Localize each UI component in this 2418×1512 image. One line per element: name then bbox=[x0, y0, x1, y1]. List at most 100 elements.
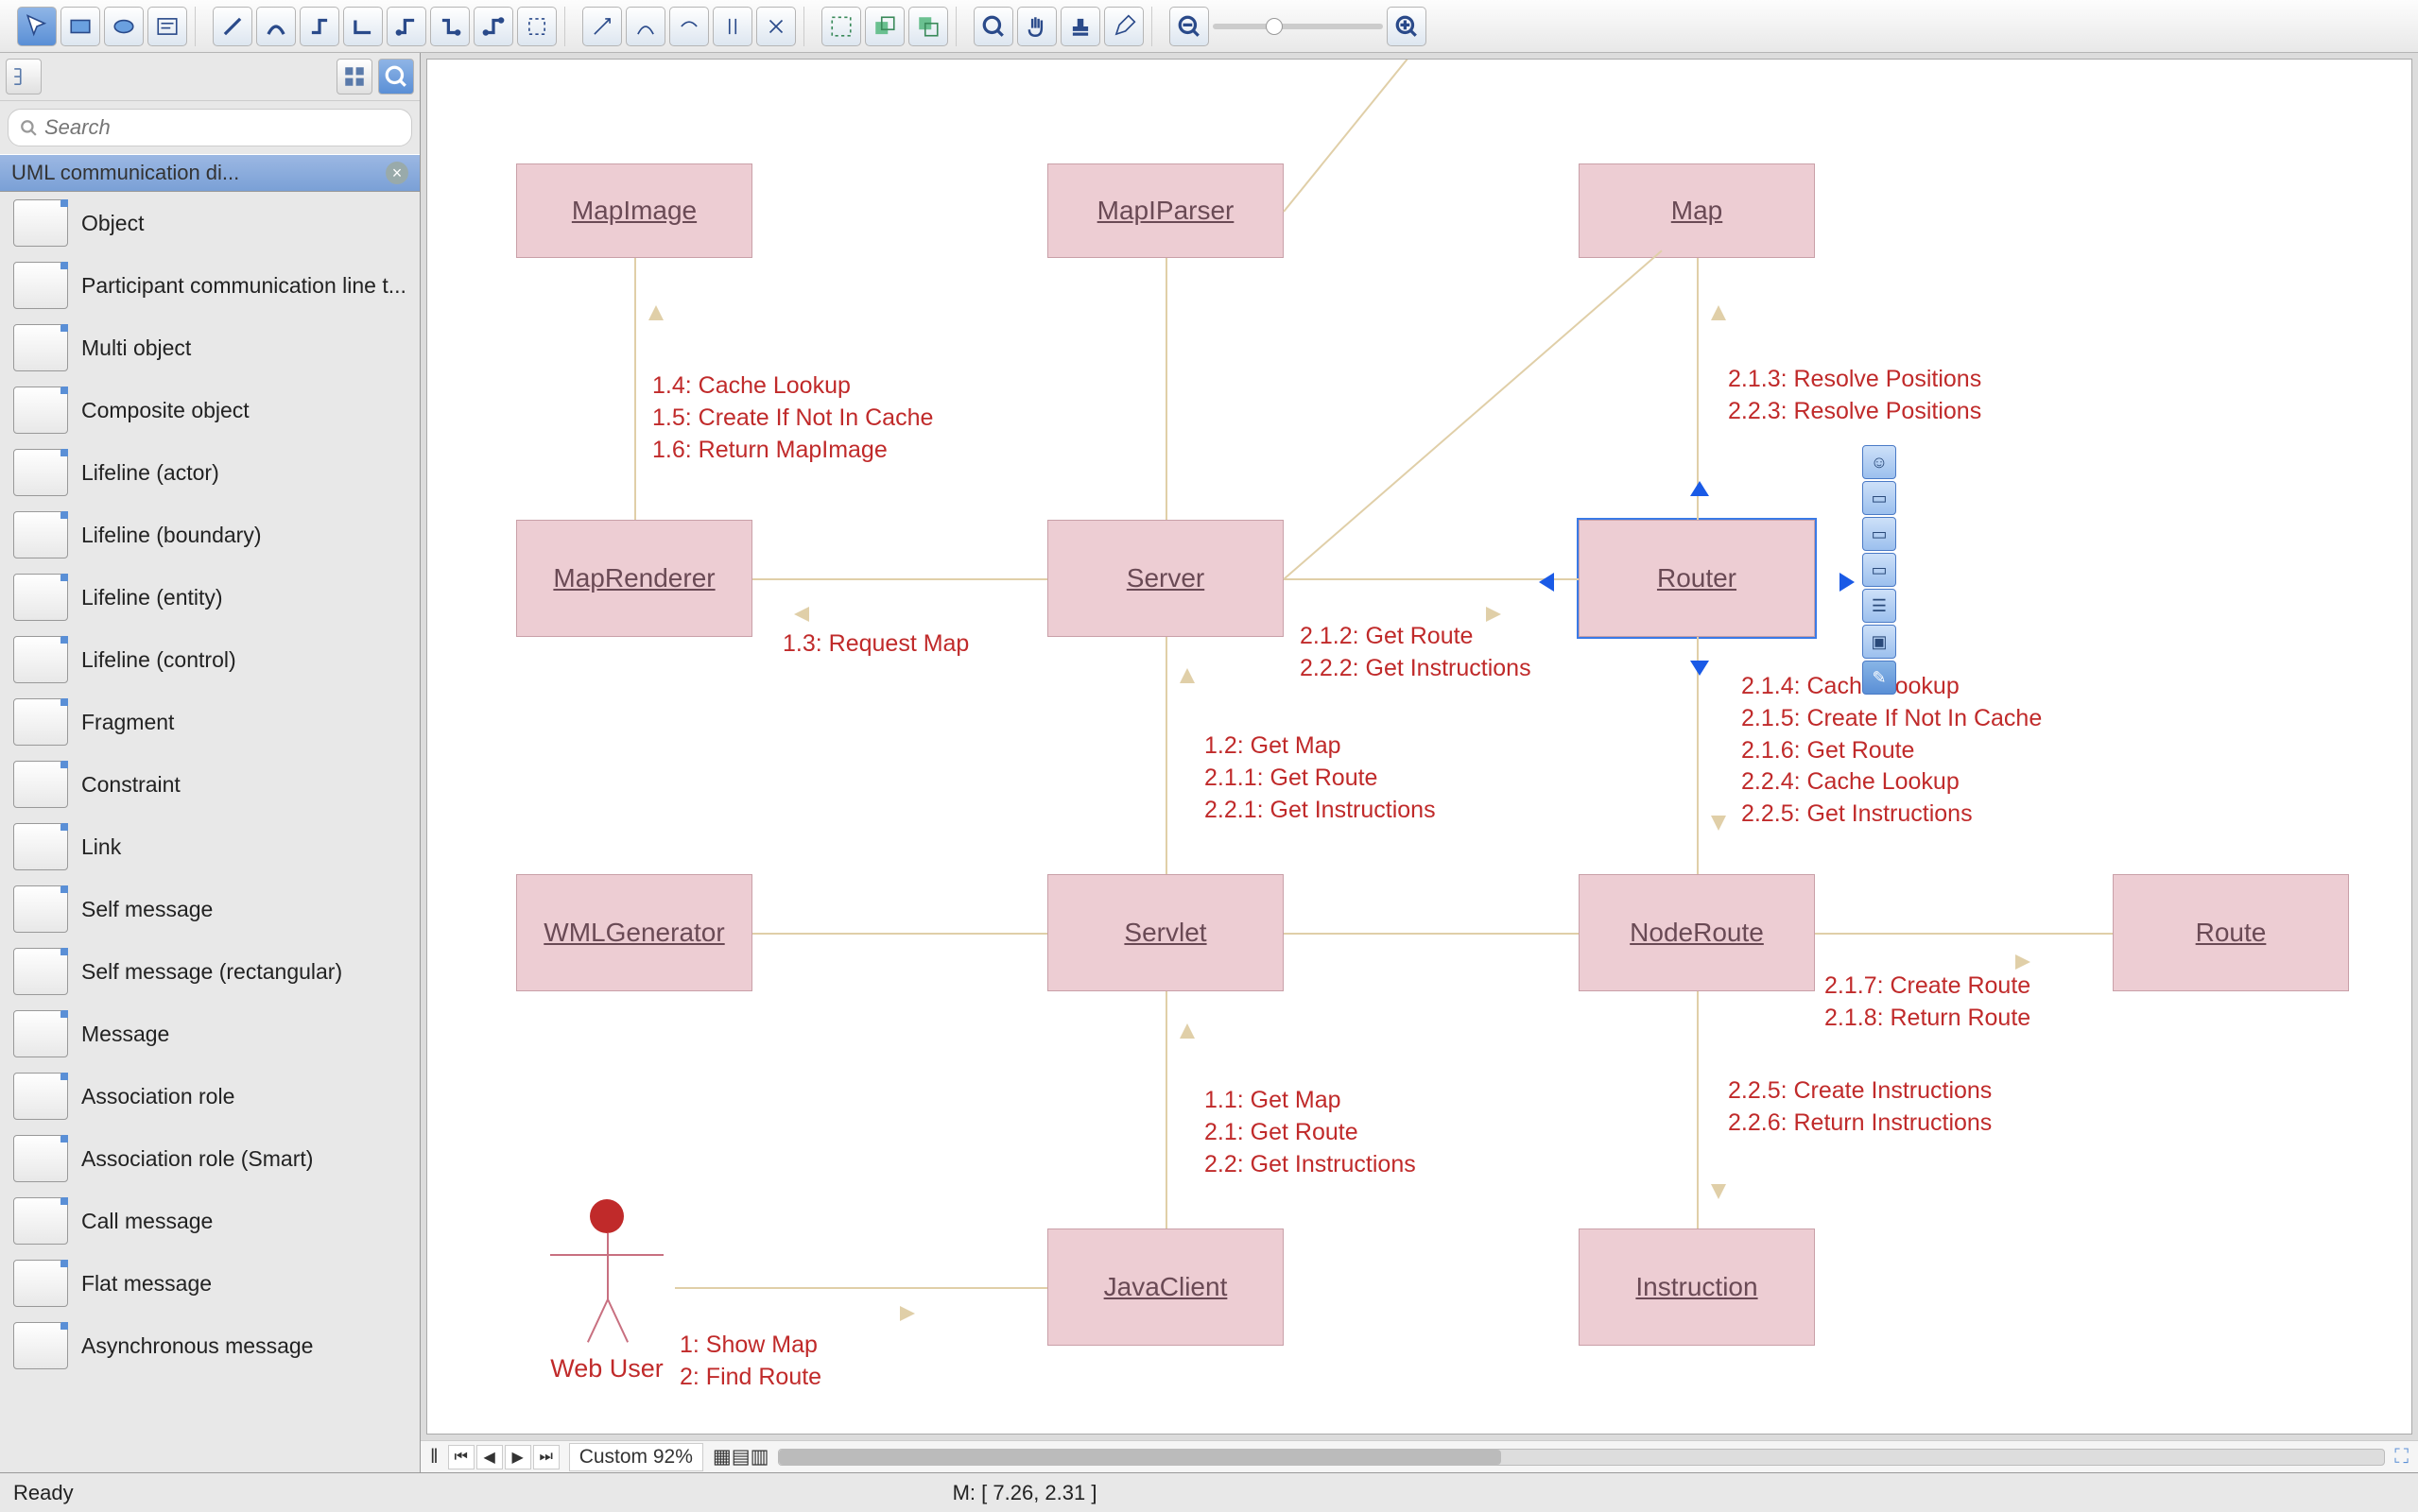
line-tool[interactable] bbox=[213, 7, 252, 46]
arrow-2[interactable] bbox=[626, 7, 665, 46]
ctx-box-icon[interactable]: ▣ bbox=[1862, 625, 1896, 659]
connector-6[interactable] bbox=[474, 7, 513, 46]
library-item[interactable]: Message bbox=[0, 1003, 420, 1065]
grid-icon[interactable] bbox=[337, 59, 372, 94]
node-router[interactable]: Router bbox=[1579, 520, 1815, 637]
page-last[interactable]: ⏭ bbox=[533, 1445, 560, 1469]
selection-handle[interactable] bbox=[1690, 481, 1709, 496]
rect-tool[interactable] bbox=[60, 7, 100, 46]
selection-handle[interactable] bbox=[1690, 661, 1709, 676]
tree-icon[interactable] bbox=[6, 59, 42, 94]
node-server[interactable]: Server bbox=[1047, 520, 1284, 637]
shape-thumb-icon bbox=[13, 511, 68, 558]
text-tool[interactable] bbox=[147, 7, 187, 46]
connector-1[interactable] bbox=[256, 7, 296, 46]
library-item[interactable]: Lifeline (control) bbox=[0, 628, 420, 691]
arrow-4[interactable] bbox=[713, 7, 752, 46]
ctx-list-icon[interactable]: ☰ bbox=[1862, 589, 1896, 623]
zoom-out-button[interactable] bbox=[1169, 7, 1209, 46]
node-servlet[interactable]: Servlet bbox=[1047, 874, 1284, 991]
library-item[interactable]: Lifeline (entity) bbox=[0, 566, 420, 628]
library-item[interactable]: Link bbox=[0, 816, 420, 878]
arrow-1[interactable] bbox=[582, 7, 622, 46]
node-map[interactable]: Map bbox=[1579, 163, 1815, 258]
ctx-rect3-icon[interactable]: ▭ bbox=[1862, 553, 1896, 587]
message-label: 2.1.7: Create Route2.1.8: Return Route bbox=[1824, 971, 2030, 1035]
search-icon[interactable] bbox=[378, 59, 414, 94]
node-noderoute[interactable]: NodeRoute bbox=[1579, 874, 1815, 991]
zoom-slider[interactable] bbox=[1213, 7, 1383, 46]
ctx-edit-icon[interactable]: ✎ bbox=[1862, 661, 1896, 695]
node-instruction[interactable]: Instruction bbox=[1579, 1228, 1815, 1346]
library-title[interactable]: UML communication di... × bbox=[0, 154, 420, 192]
connector-5[interactable] bbox=[430, 7, 470, 46]
library-item[interactable]: Association role (Smart) bbox=[0, 1127, 420, 1190]
pointer-tool[interactable] bbox=[17, 7, 57, 46]
library-item[interactable]: Constraint bbox=[0, 753, 420, 816]
page-next[interactable]: ▶ bbox=[505, 1445, 531, 1469]
node-maprenderer[interactable]: MapRenderer bbox=[516, 520, 752, 637]
library-item[interactable]: Association role bbox=[0, 1065, 420, 1127]
message-label: 2.1.2: Get Route2.2.2: Get Instructions bbox=[1300, 621, 1531, 685]
message-label: 1.3: Request Map bbox=[783, 628, 969, 661]
connector-7[interactable] bbox=[517, 7, 557, 46]
close-icon[interactable]: × bbox=[386, 162, 408, 184]
bottom-bar: ‖ ⏮ ◀ ▶ ⏭ Custom 92% ▦▤▥ ⛶ bbox=[421, 1440, 2418, 1472]
pause-icon[interactable]: ‖ bbox=[430, 1446, 439, 1469]
h-scrollbar[interactable] bbox=[778, 1449, 2385, 1466]
selection-handle[interactable] bbox=[1839, 573, 1855, 592]
library-item[interactable]: Flat message bbox=[0, 1252, 420, 1314]
shape-thumb-icon bbox=[13, 761, 68, 808]
zoom-select[interactable]: Custom 92% bbox=[569, 1443, 703, 1471]
node-wmlgenerator[interactable]: WMLGenerator bbox=[516, 874, 752, 991]
arrow-5[interactable] bbox=[756, 7, 796, 46]
diagram-canvas[interactable]: MapImage MapIParser Map MapRenderer Serv… bbox=[426, 59, 2412, 1435]
library-item-label: Message bbox=[81, 1022, 169, 1047]
library-item[interactable]: Participant communication line t... bbox=[0, 254, 420, 317]
node-mapimage[interactable]: MapImage bbox=[516, 163, 752, 258]
group-3[interactable] bbox=[908, 7, 948, 46]
ctx-actor-icon[interactable]: ☺ bbox=[1862, 445, 1896, 479]
search-input[interactable] bbox=[8, 109, 412, 146]
pencil-tool[interactable] bbox=[1104, 7, 1144, 46]
library-item[interactable]: Multi object bbox=[0, 317, 420, 379]
ctx-rect2-icon[interactable]: ▭ bbox=[1862, 517, 1896, 551]
page-first[interactable]: ⏮ bbox=[448, 1445, 475, 1469]
connector-4[interactable] bbox=[387, 7, 426, 46]
arrow-3[interactable] bbox=[669, 7, 709, 46]
connector-3[interactable] bbox=[343, 7, 383, 46]
zoom-in-button[interactable] bbox=[1387, 7, 1426, 46]
library-item-label: Flat message bbox=[81, 1271, 212, 1297]
library-item[interactable]: Lifeline (actor) bbox=[0, 441, 420, 504]
shape-thumb-icon bbox=[13, 698, 68, 746]
library-item[interactable]: Self message (rectangular) bbox=[0, 940, 420, 1003]
actor-web-user[interactable]: Web User bbox=[550, 1199, 664, 1383]
library-item[interactable]: Asynchronous message bbox=[0, 1314, 420, 1377]
group-2[interactable] bbox=[865, 7, 905, 46]
stamp-tool[interactable] bbox=[1061, 7, 1100, 46]
message-label: 1: Show Map2: Find Route bbox=[680, 1330, 821, 1394]
ellipse-tool[interactable] bbox=[104, 7, 144, 46]
group-1[interactable] bbox=[821, 7, 861, 46]
expand-icon[interactable]: ⛶ bbox=[2394, 1446, 2409, 1469]
ctx-rect-icon[interactable]: ▭ bbox=[1862, 481, 1896, 515]
library-item-label: Multi object bbox=[81, 335, 191, 361]
library-item[interactable]: Composite object bbox=[0, 379, 420, 441]
selection-handle[interactable] bbox=[1539, 573, 1554, 592]
pan-tool[interactable] bbox=[1017, 7, 1057, 46]
layout-icons[interactable]: ▦▤▥ bbox=[713, 1445, 769, 1469]
node-javaclient[interactable]: JavaClient bbox=[1047, 1228, 1284, 1346]
message-label: 2.1.4: Cache Lookup2.1.5: Create If Not … bbox=[1741, 671, 2042, 831]
node-route[interactable]: Route bbox=[2113, 874, 2349, 991]
page-prev[interactable]: ◀ bbox=[476, 1445, 503, 1469]
library-item[interactable]: Object bbox=[0, 192, 420, 254]
zoom-tool[interactable] bbox=[974, 7, 1013, 46]
shape-thumb-icon bbox=[13, 387, 68, 434]
library-item[interactable]: Lifeline (boundary) bbox=[0, 504, 420, 566]
library-item[interactable]: Fragment bbox=[0, 691, 420, 753]
arrow-down-icon bbox=[1711, 816, 1726, 831]
library-item[interactable]: Call message bbox=[0, 1190, 420, 1252]
library-item[interactable]: Self message bbox=[0, 878, 420, 940]
connector-2[interactable] bbox=[300, 7, 339, 46]
node-mapiparser[interactable]: MapIParser bbox=[1047, 163, 1284, 258]
